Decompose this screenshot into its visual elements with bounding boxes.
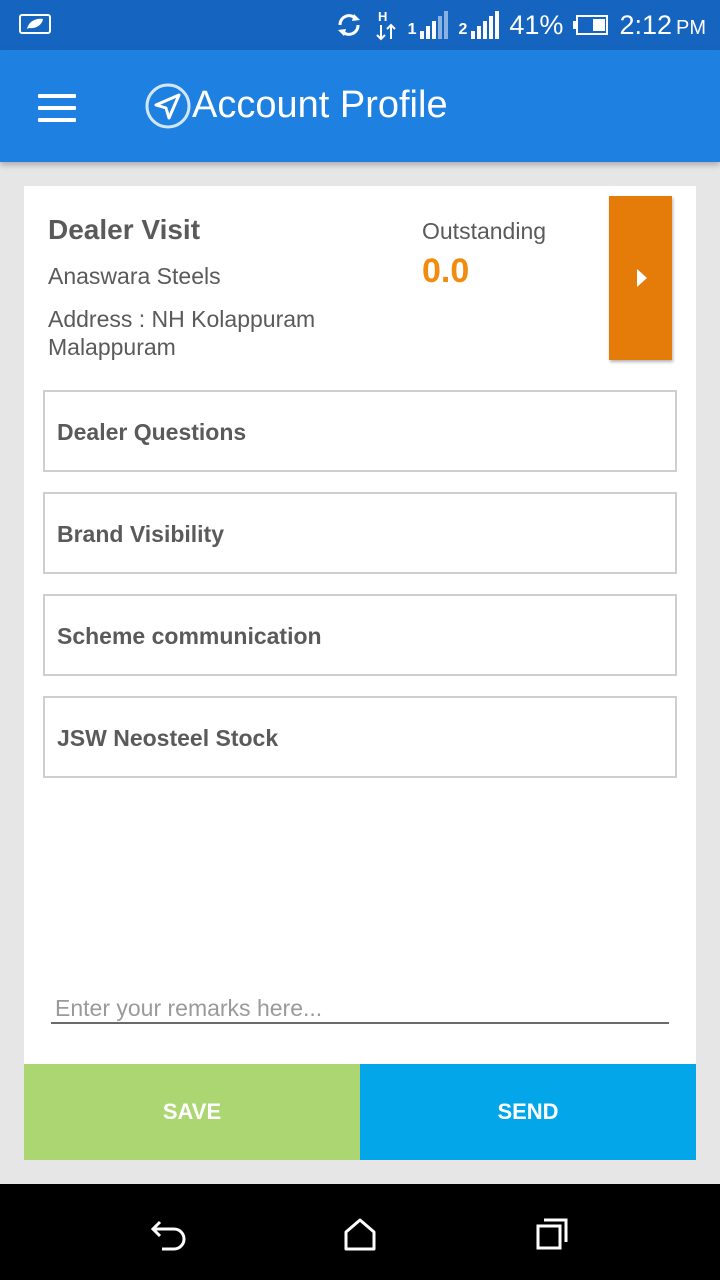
signal-sim2-icon: 2 [458, 11, 500, 39]
send-button[interactable]: SEND [360, 1064, 696, 1160]
section-brand-visibility[interactable]: Brand Visibility [43, 492, 677, 574]
section-label: Brand Visibility [57, 521, 225, 547]
clock-time: 2:12 [619, 9, 672, 40]
outstanding-label: Outstanding [422, 218, 547, 244]
app-bar: Account Profile [0, 50, 720, 162]
recents-icon[interactable] [532, 1214, 572, 1254]
home-icon[interactable] [340, 1214, 380, 1254]
data-transfer-icon: H [375, 9, 396, 41]
visit-title: Dealer Visit [48, 214, 201, 245]
battery-icon [573, 15, 609, 35]
page-title: Account Profile [192, 84, 448, 126]
send-arrow-icon [145, 83, 191, 129]
section-label: Dealer Questions [57, 419, 247, 445]
section-label: Scheme communication [57, 623, 322, 649]
details-button[interactable] [609, 196, 672, 360]
battery-percent: 41% [509, 9, 564, 40]
remarks-input[interactable] [51, 994, 669, 1024]
section-label: JSW Neosteel Stock [57, 725, 279, 751]
outstanding-value: 0.0 [422, 252, 470, 290]
status-bar: H 1 2 41% 2:12 PM [0, 0, 720, 50]
section-scheme-communication[interactable]: Scheme communication [43, 594, 677, 676]
section-jsw-neosteel-stock[interactable]: JSW Neosteel Stock [43, 696, 677, 778]
menu-button[interactable] [38, 94, 76, 122]
section-dealer-questions[interactable]: Dealer Questions [43, 390, 677, 472]
visit-card: Dealer Visit Anaswara Steels Address : N… [24, 186, 696, 1160]
leaf-icon [19, 14, 51, 34]
svg-text:H: H [378, 9, 387, 24]
clock-ampm: PM [676, 16, 706, 39]
signal-sim1-icon: 1 [408, 11, 449, 39]
navigation-bar [0, 1184, 720, 1280]
save-button[interactable]: SAVE [24, 1064, 360, 1160]
back-icon[interactable] [148, 1214, 188, 1254]
chevron-right-icon [637, 269, 647, 287]
menu-icon [38, 94, 76, 98]
dealer-name: Anaswara Steels [48, 263, 221, 289]
dealer-address: Address : NH Kolappuram Malappuram [48, 306, 316, 360]
sync-icon [337, 14, 360, 36]
